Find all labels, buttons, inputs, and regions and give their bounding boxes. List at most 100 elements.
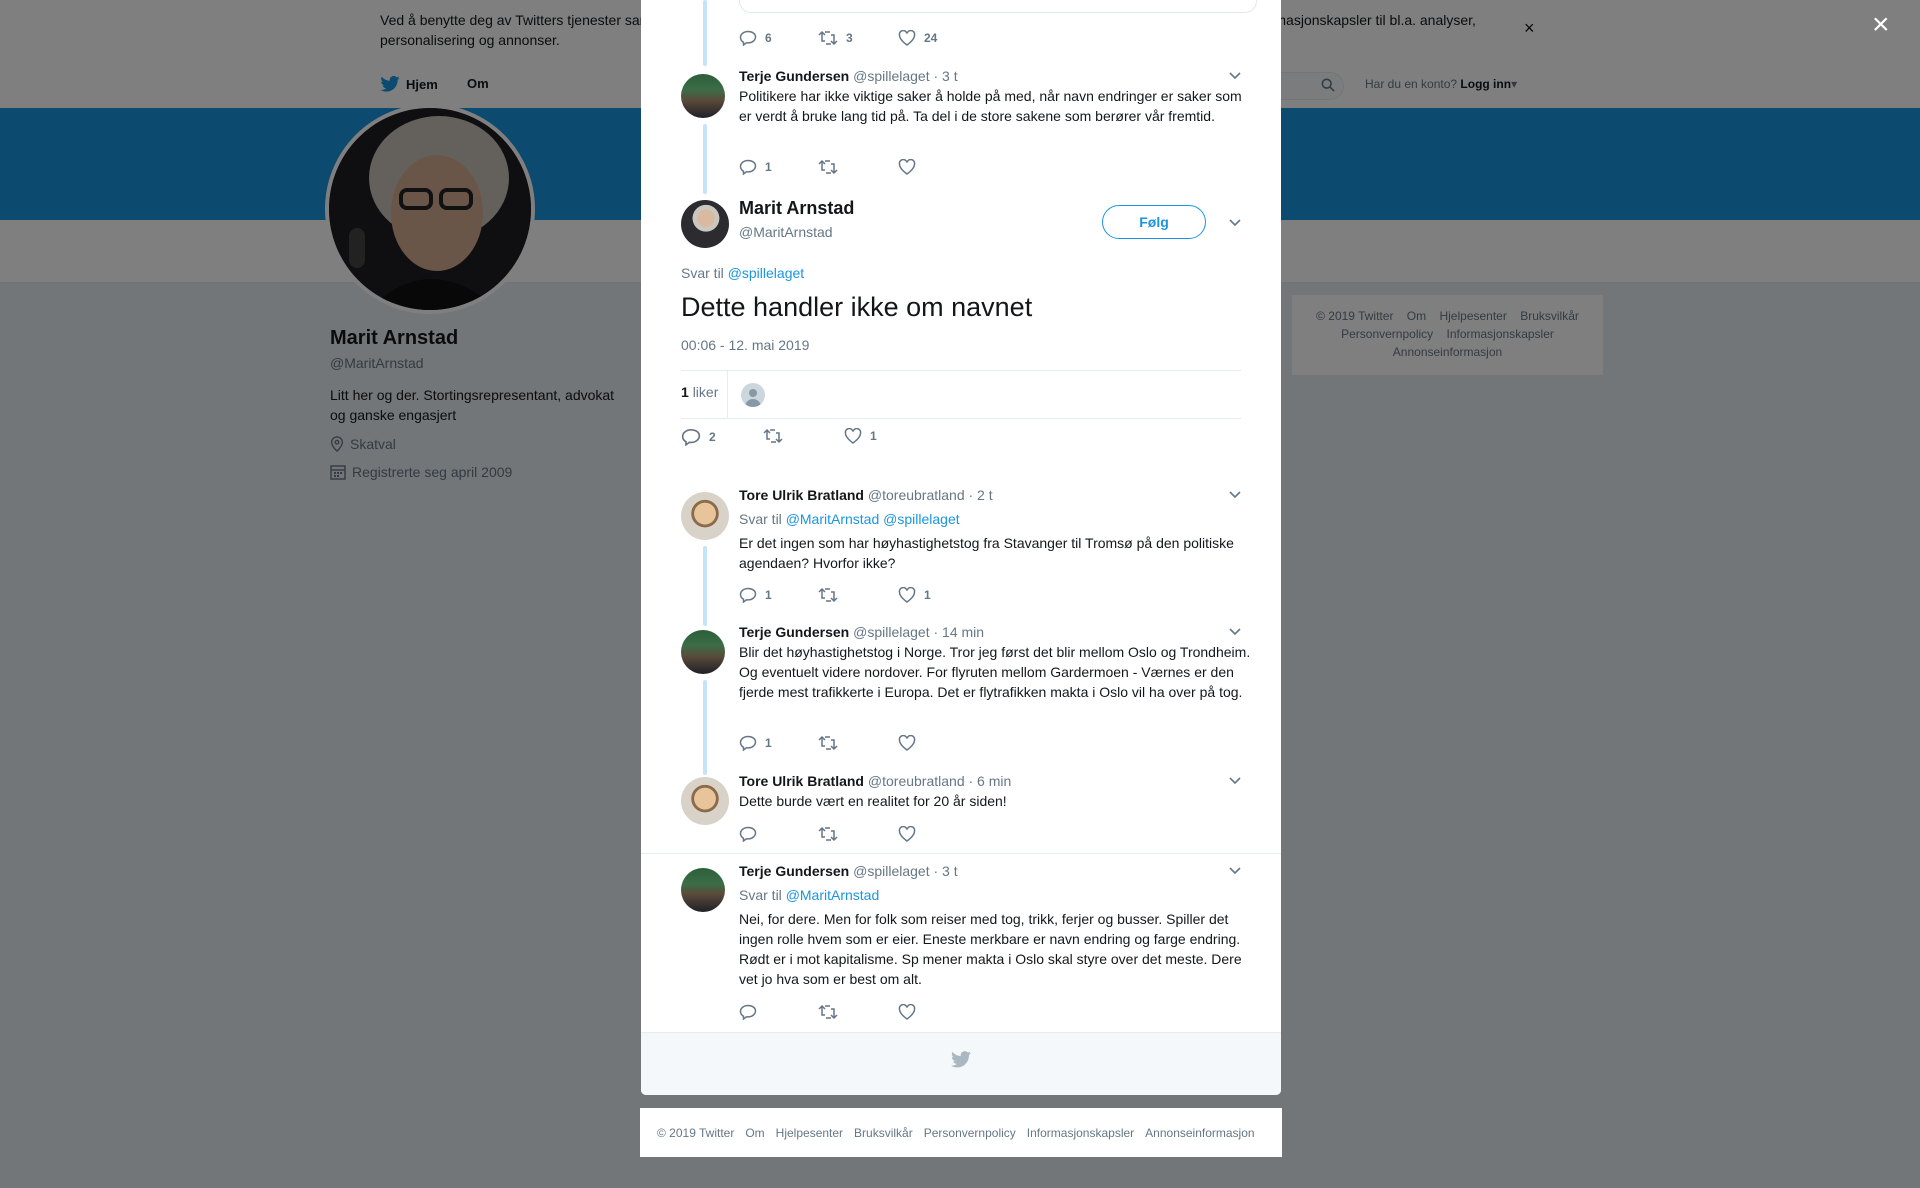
reply-to-link[interactable]: @MaritArnstad (786, 887, 880, 903)
author-name[interactable]: Terje Gundersen (739, 624, 849, 640)
divider (641, 853, 1281, 854)
tweet-time[interactable]: · 6 min (969, 773, 1012, 789)
like-button[interactable]: 1 (898, 587, 931, 603)
avatar[interactable] (681, 868, 725, 912)
reply-count: 1 (765, 736, 772, 750)
retweet-icon (818, 826, 838, 842)
retweet-icon (818, 1004, 838, 1020)
tweet-text: Blir det høyhastighetstog i Norge. Tror … (739, 644, 1251, 700)
twitter-bird-icon (951, 1051, 971, 1068)
reply-icon (739, 30, 757, 46)
heart-icon (898, 30, 916, 46)
likes-count-link[interactable]: 1 liker (681, 384, 718, 400)
reply-button[interactable]: 1 (739, 587, 772, 603)
author-name[interactable]: Tore Ulrik Bratland (739, 773, 864, 789)
tweet-header: Terje Gundersen @spillelaget · 3 t (739, 68, 958, 84)
heart-icon (898, 1004, 916, 1020)
chevron-down-icon[interactable] (1228, 865, 1242, 879)
like-count: 1 (870, 429, 877, 443)
retweet-button[interactable]: 3 (818, 30, 853, 46)
likes-count-number: 1 (681, 384, 689, 400)
main-tweet-author-name[interactable]: Marit Arnstad (739, 198, 854, 219)
author-handle[interactable]: @toreubratland (868, 487, 965, 503)
reply-count: 2 (709, 430, 716, 444)
reply-prefix: Svar til (739, 887, 782, 903)
author-name[interactable]: Terje Gundersen (739, 68, 849, 84)
thread-line (703, 124, 707, 194)
retweet-button[interactable] (818, 587, 838, 603)
chevron-down-icon[interactable] (1228, 775, 1242, 789)
avatar[interactable] (681, 630, 725, 674)
reply-count: 6 (765, 31, 772, 45)
reply-button[interactable] (739, 826, 757, 842)
quoted-card[interactable] (739, 0, 1257, 13)
tweet-time[interactable]: · 14 min (933, 624, 984, 640)
footer-help[interactable]: Hjelpesenter (776, 1126, 843, 1140)
like-button[interactable] (898, 826, 916, 842)
likes-count-label: liker (692, 384, 719, 400)
reply-count: 1 (765, 588, 772, 602)
retweet-button[interactable] (818, 826, 838, 842)
liker-avatar[interactable] (741, 383, 765, 407)
retweet-button[interactable] (818, 735, 838, 751)
author-handle[interactable]: @spillelaget (853, 68, 929, 84)
modal-bottom-bar (641, 1032, 1281, 1095)
like-button[interactable]: 1 (844, 428, 877, 444)
chevron-down-icon[interactable] (1228, 217, 1242, 231)
tweet-time[interactable]: · 3 t (933, 863, 957, 879)
heart-icon (898, 735, 916, 751)
like-count: 24 (924, 31, 938, 45)
thread-line (703, 546, 707, 626)
reply-button[interactable]: 6 (739, 30, 772, 46)
like-count: 1 (924, 588, 931, 602)
author-name[interactable]: Tore Ulrik Bratland (739, 487, 864, 503)
reply-context: Svar til @MaritArnstad @spillelaget (739, 511, 960, 527)
author-name[interactable]: Terje Gundersen (739, 863, 849, 879)
chevron-down-icon[interactable] (1228, 70, 1242, 84)
main-tweet-text: Dette handler ikke om navnet (681, 292, 1033, 322)
reply-to-link[interactable]: @MaritArnstad @spillelaget (786, 511, 960, 527)
avatar[interactable] (681, 492, 729, 540)
footer-about[interactable]: Om (745, 1126, 764, 1140)
main-tweet-timestamp[interactable]: 00:06 - 12. mai 2019 (681, 337, 809, 353)
footer-ads[interactable]: Annonseinformasjon (1145, 1126, 1254, 1140)
avatar[interactable] (681, 74, 725, 118)
reply-button[interactable]: 2 (681, 428, 716, 446)
tweet-time[interactable]: · 3 t (933, 68, 957, 84)
tweet-time[interactable]: · 2 t (969, 487, 993, 503)
footer-privacy[interactable]: Personvernpolicy (924, 1126, 1016, 1140)
like-button[interactable]: 24 (898, 30, 937, 46)
author-handle[interactable]: @spillelaget (853, 624, 929, 640)
main-tweet-avatar[interactable] (681, 200, 729, 248)
avatar[interactable] (681, 777, 729, 825)
close-modal-button[interactable]: × (1872, 10, 1890, 40)
reply-icon (739, 1004, 757, 1020)
reply-button[interactable]: 1 (739, 735, 772, 751)
default-user-icon (745, 389, 761, 407)
divider (727, 371, 728, 418)
retweet-button[interactable] (818, 1004, 838, 1020)
footer-cookies[interactable]: Informasjonskapsler (1027, 1126, 1134, 1140)
author-handle[interactable]: @spillelaget (853, 863, 929, 879)
reply-button[interactable]: 1 (739, 159, 772, 175)
chevron-down-icon[interactable] (1228, 626, 1242, 640)
main-tweet-author-handle[interactable]: @MaritArnstad (739, 224, 833, 240)
footer-terms[interactable]: Bruksvilkår (854, 1126, 913, 1140)
retweet-button[interactable] (818, 159, 838, 175)
tweet-header: Terje Gundersen @spillelaget · 14 min (739, 624, 984, 640)
reply-icon (739, 587, 757, 603)
reply-count: 1 (765, 160, 772, 174)
likes-summary: 1 liker (681, 370, 1241, 419)
author-handle[interactable]: @toreubratland (868, 773, 965, 789)
like-button[interactable] (898, 1004, 916, 1020)
like-button[interactable] (898, 735, 916, 751)
like-button[interactable] (898, 159, 916, 175)
modal-footer: © 2019 Twitter Om Hjelpesenter Bruksvilk… (640, 1108, 1282, 1157)
follow-button[interactable]: Følg (1102, 205, 1206, 239)
reply-to-link[interactable]: @spillelaget (728, 265, 804, 281)
reply-button[interactable] (739, 1004, 757, 1020)
tweet-header: Tore Ulrik Bratland @toreubratland · 6 m… (739, 773, 1011, 789)
retweet-button[interactable] (763, 428, 783, 444)
chevron-down-icon[interactable] (1228, 489, 1242, 503)
thread-line (703, 680, 707, 775)
